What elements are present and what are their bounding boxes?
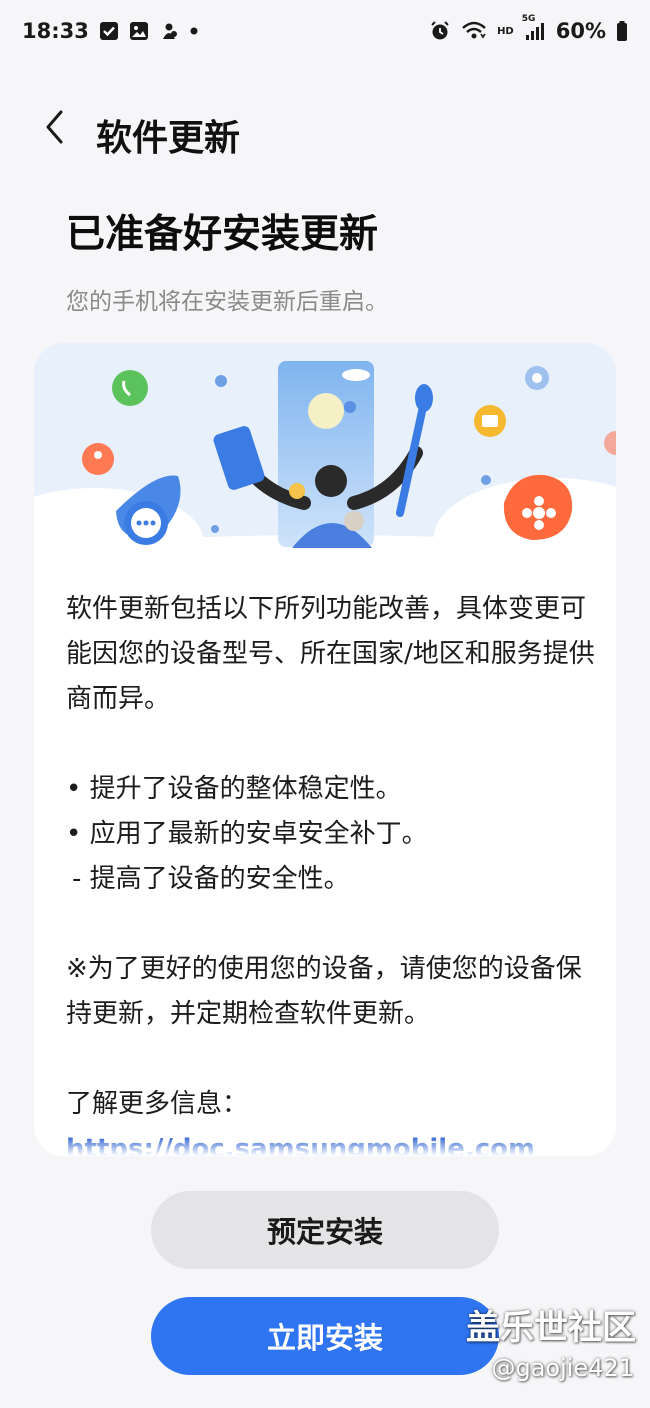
- release-note-sub-bullet: - 提高了设备的安全性。: [72, 864, 350, 894]
- app-notification-icon: [159, 21, 179, 41]
- user-watermark: @gaojie421: [491, 1354, 634, 1382]
- back-button[interactable]: [28, 103, 80, 155]
- gallery-notification-icon: [129, 21, 149, 41]
- release-notes: 软件更新包括以下所列功能改善，具体变更可能因您的设备型号、所在国家/地区和服务提…: [66, 587, 596, 1156]
- status-bar: 18:33 HD 5G 60%: [0, 0, 650, 62]
- status-left: 18:33: [22, 19, 199, 43]
- card-scroll-fade: [34, 1136, 616, 1156]
- release-note-bullet: • 提升了设备的整体稳定性。: [66, 774, 402, 804]
- update-illustration: [34, 343, 616, 565]
- release-note-bullet: • 应用了最新的安卓安全补丁。: [66, 819, 428, 849]
- status-time: 18:33: [22, 19, 89, 43]
- schedule-install-button[interactable]: 预定安装: [151, 1191, 499, 1269]
- release-notes-intro: 软件更新包括以下所列功能改善，具体变更可能因您的设备型号、所在国家/地区和服务提…: [66, 594, 595, 714]
- update-details-card[interactable]: 软件更新包括以下所列功能改善，具体变更可能因您的设备型号、所在国家/地区和服务提…: [34, 343, 616, 1156]
- update-ready-heading: 已准备好安装更新: [66, 212, 379, 257]
- install-now-button[interactable]: 立即安装: [151, 1297, 499, 1375]
- restart-notice: 您的手机将在安装更新后重启。: [66, 289, 388, 315]
- alarm-icon: [429, 20, 451, 42]
- update-reminder-note: ※为了更好的使用您的设备，请使您的设备保持更新，并定期检查软件更新。: [66, 954, 582, 1029]
- app-header: 软件更新: [0, 95, 650, 165]
- page-title: 软件更新: [96, 118, 241, 159]
- more-info-label: 了解更多信息：: [66, 1089, 249, 1119]
- signal-type-label: 5G: [521, 14, 536, 24]
- wifi-icon: [461, 20, 487, 42]
- community-watermark: 盖乐世社区: [466, 1308, 636, 1348]
- battery-percent: 60%: [555, 19, 606, 43]
- dot-icon: [189, 26, 199, 36]
- battery-icon: [616, 20, 628, 42]
- signal-icon: 5G: [522, 14, 546, 42]
- checkbox-notification-icon: [99, 21, 119, 41]
- network-type-label: HD: [497, 25, 514, 37]
- status-right: HD 5G 60%: [429, 14, 628, 43]
- chevron-left-icon: [40, 108, 68, 150]
